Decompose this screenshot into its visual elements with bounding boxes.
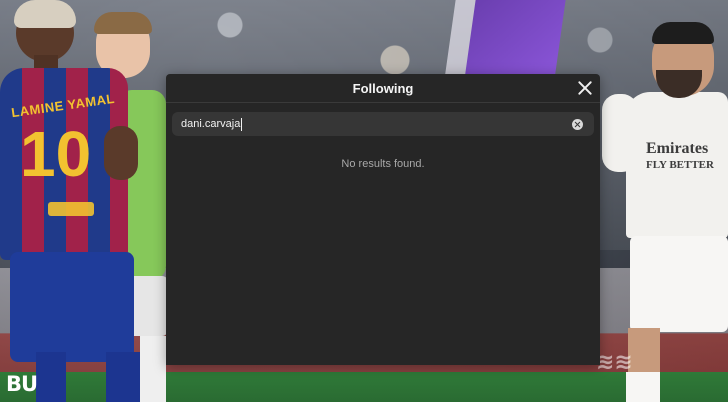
watermark-logo-right: ≋≋ [596, 350, 633, 375]
empty-results-message: No results found. [341, 158, 425, 170]
player-right-hair [652, 22, 714, 44]
following-dialog: Following No results found. [166, 74, 600, 365]
sponsor-line1: Emirates [646, 140, 709, 157]
search-bar[interactable] [172, 112, 594, 136]
player-left-leg [36, 352, 66, 402]
player-left-shorts [10, 252, 134, 362]
search-input[interactable] [181, 115, 541, 133]
jersey-sponsor-text: Emirates FLY BETTER [646, 140, 714, 174]
player-green-leg [140, 336, 166, 402]
player-left-leg [106, 352, 140, 402]
jersey-sponsor-badge [48, 202, 94, 216]
dialog-header: Following [166, 74, 600, 103]
sponsor-line2: FLY BETTER [646, 159, 714, 171]
dialog-title: Following [352, 81, 414, 96]
player-left-arm [104, 126, 138, 180]
text-cursor [241, 118, 243, 131]
close-icon[interactable] [576, 79, 594, 97]
flag-purple [464, 0, 566, 80]
player-right-shorts [630, 236, 728, 332]
watermark-logo: BU [6, 372, 38, 396]
jersey-number: 10 [20, 118, 92, 190]
clear-circle-icon[interactable] [572, 119, 583, 130]
player-green-hair [94, 12, 152, 34]
player-right-sock [626, 372, 660, 402]
player-left-hair [14, 0, 76, 28]
